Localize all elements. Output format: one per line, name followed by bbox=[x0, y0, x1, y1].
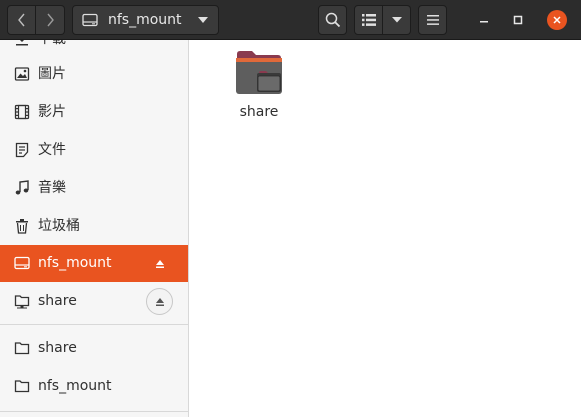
minimize-button[interactable] bbox=[474, 10, 494, 30]
list-view-button[interactable] bbox=[354, 5, 383, 35]
eject-icon bbox=[156, 298, 164, 306]
main-menu-button[interactable] bbox=[418, 5, 447, 35]
file-manager-window: nfs_mount 下載 圖片 bbox=[0, 0, 581, 417]
download-icon bbox=[16, 40, 28, 46]
view-options-button[interactable] bbox=[383, 5, 411, 35]
sidebar-item-documents[interactable]: 文件 bbox=[0, 132, 188, 169]
drive-icon bbox=[82, 13, 98, 27]
file-name: share bbox=[239, 104, 279, 120]
maximize-icon bbox=[513, 15, 523, 25]
sidebar-item-label: nfs_mount bbox=[38, 255, 112, 271]
search-button[interactable] bbox=[318, 5, 347, 35]
sidebar-separator bbox=[0, 411, 188, 412]
folder-icon bbox=[14, 342, 30, 355]
back-button[interactable] bbox=[7, 5, 36, 35]
caret-down-icon bbox=[391, 17, 402, 23]
sidebar-item-label: share bbox=[38, 293, 77, 309]
chevron-right-icon bbox=[47, 13, 54, 27]
sidebar-item-share-bookmark[interactable]: share bbox=[0, 330, 188, 367]
hamburger-menu-icon bbox=[426, 15, 439, 25]
sidebar-item-label: nfs_mount bbox=[38, 378, 112, 394]
file-view[interactable]: share bbox=[190, 40, 581, 417]
chevron-left-icon bbox=[17, 13, 25, 27]
remote-folder-icon bbox=[236, 51, 282, 94]
sidebar-item-trash[interactable]: 垃圾桶 bbox=[0, 208, 188, 245]
trash-icon bbox=[16, 219, 28, 234]
sidebar-item-label: 音樂 bbox=[38, 180, 66, 196]
search-icon bbox=[325, 12, 340, 28]
music-note-icon bbox=[15, 180, 29, 195]
sidebar-item-nfs-mount[interactable]: nfs_mount bbox=[0, 245, 188, 282]
eject-button[interactable] bbox=[146, 288, 173, 315]
close-button[interactable] bbox=[547, 10, 567, 30]
sidebar-item-share[interactable]: share bbox=[0, 283, 188, 320]
film-icon bbox=[14, 104, 30, 120]
caret-down-icon bbox=[198, 17, 208, 23]
sidebar-item-nfs-mount-bookmark[interactable]: nfs_mount bbox=[0, 368, 188, 405]
header-bar: nfs_mount bbox=[0, 0, 581, 40]
close-icon bbox=[553, 16, 561, 24]
sidebar-item-label: 影片 bbox=[38, 104, 66, 120]
minimize-icon bbox=[480, 21, 488, 23]
maximize-button[interactable] bbox=[508, 10, 528, 30]
sidebar-item-pictures[interactable]: 圖片 bbox=[0, 56, 188, 93]
drive-icon bbox=[14, 256, 30, 270]
network-folder-icon bbox=[14, 295, 30, 309]
sidebar-item-label: share bbox=[38, 340, 77, 356]
sidebar-item-videos[interactable]: 影片 bbox=[0, 94, 188, 131]
eject-icon[interactable] bbox=[155, 259, 165, 269]
path-label: nfs_mount bbox=[108, 12, 182, 28]
sidebar-item-label: 圖片 bbox=[38, 66, 66, 82]
sidebar-separator bbox=[0, 324, 188, 325]
sidebar-item-label: 垃圾桶 bbox=[38, 218, 80, 234]
image-icon bbox=[14, 67, 30, 81]
list-view-icon bbox=[361, 14, 376, 26]
folder-icon bbox=[14, 380, 30, 393]
sidebar-item-label: 下載 bbox=[38, 40, 66, 47]
places-sidebar: 下載 圖片 影片 文件 音樂 垃圾桶 nfs_mount bbox=[0, 40, 189, 417]
sidebar-item-label: 文件 bbox=[38, 142, 66, 158]
file-item-share[interactable]: share bbox=[220, 48, 298, 128]
location-path-button[interactable]: nfs_mount bbox=[72, 5, 219, 35]
document-icon bbox=[15, 142, 29, 158]
sidebar-item-music[interactable]: 音樂 bbox=[0, 170, 188, 207]
forward-button[interactable] bbox=[36, 5, 65, 35]
